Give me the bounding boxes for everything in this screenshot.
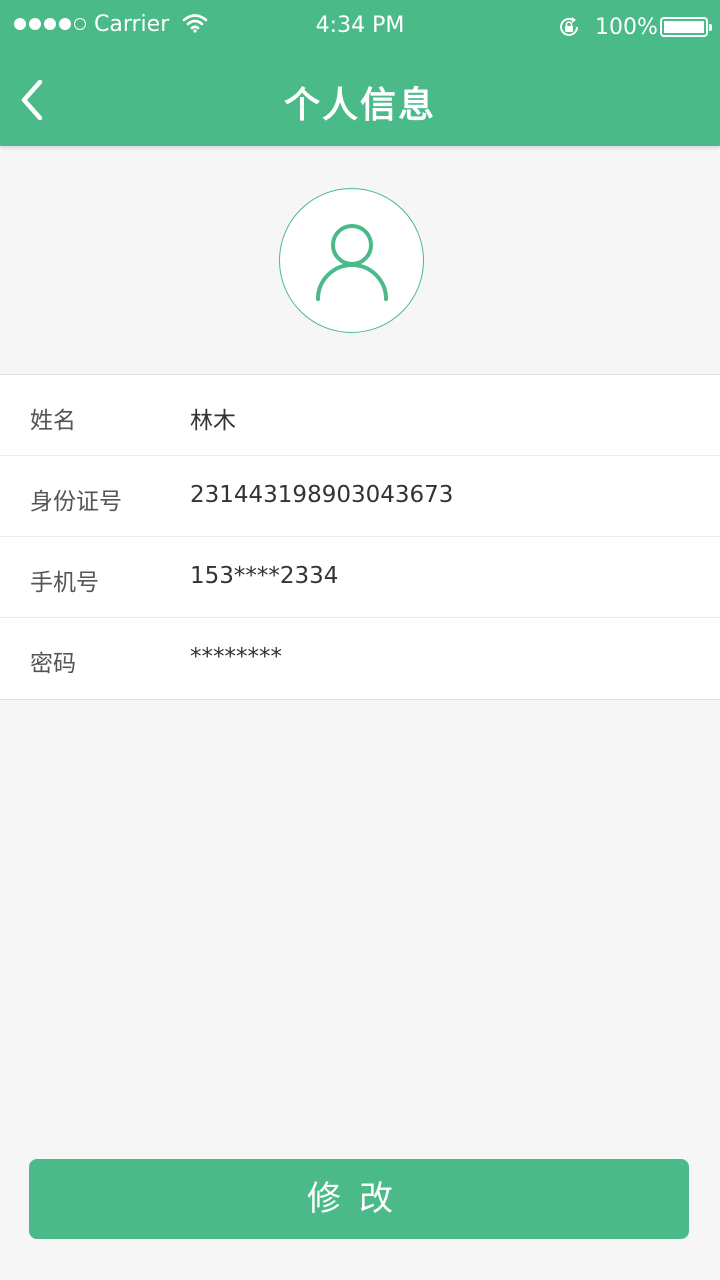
status-bar: Carrier 4:34 PM 100% — [0, 0, 720, 54]
avatar[interactable] — [279, 188, 424, 333]
info-row-id-number[interactable]: 身份证号 231443198903043673 — [0, 456, 720, 537]
info-row-password[interactable]: 密码 ******** — [0, 618, 720, 699]
info-row-name[interactable]: 姓名 林木 — [0, 375, 720, 456]
battery-icon — [660, 17, 712, 37]
profile-info-list: 姓名 林木 身份证号 231443198903043673 手机号 153***… — [0, 374, 720, 700]
edit-button[interactable]: 修改 — [29, 1159, 689, 1239]
page-title: 个人信息 — [283, 85, 436, 126]
password-value: ******** — [190, 644, 282, 670]
phone-label: 手机号 — [30, 570, 99, 596]
name-label: 姓名 — [30, 408, 76, 434]
user-icon — [315, 223, 388, 301]
battery-level — [664, 21, 704, 33]
id-number-value: 231443198903043673 — [190, 482, 454, 508]
info-row-phone[interactable]: 手机号 153****2334 — [0, 537, 720, 618]
app-header: Carrier 4:34 PM 100% 个人信息 — [0, 0, 720, 146]
phone-value: 153****2334 — [190, 563, 339, 589]
id-number-label: 身份证号 — [30, 489, 122, 515]
nav-bar: 个人信息 — [0, 54, 720, 146]
name-value: 林木 — [190, 408, 236, 434]
password-label: 密码 — [30, 651, 76, 677]
rotation-lock-icon — [556, 14, 582, 46]
battery-percent: 100% — [595, 15, 658, 40]
